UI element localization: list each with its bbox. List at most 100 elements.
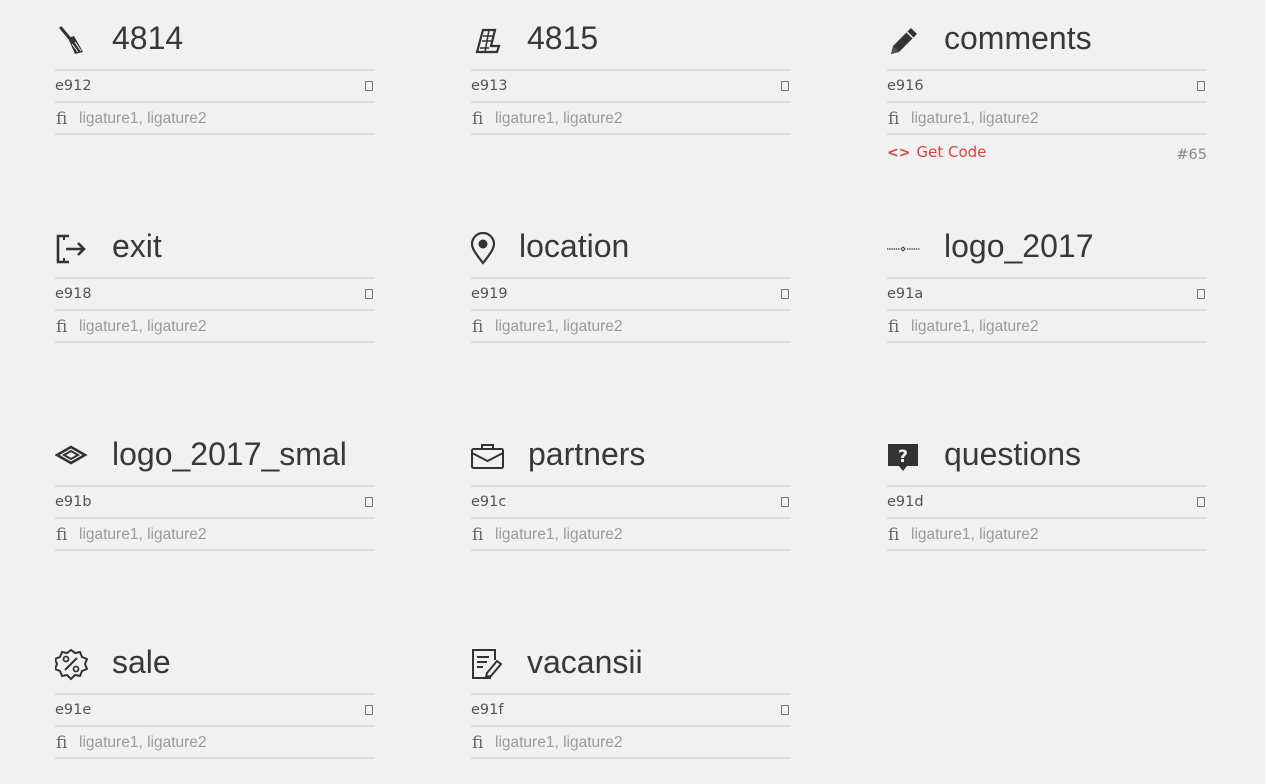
ligature-row: ﬁ ligature1, ligature2 <box>887 519 1207 551</box>
unicode-code-input[interactable]: e913 <box>471 78 508 94</box>
glyph-header: 4814 <box>55 0 375 71</box>
unicode-row: e916 <box>887 71 1207 103</box>
ligature-row: ﬁ ligature1, ligature2 <box>471 727 791 759</box>
unicode-row: e912 <box>55 71 375 103</box>
unicode-code-input[interactable]: e91f <box>471 702 503 718</box>
glyph-card-4814: 4814 e912 ﬁ ligature1, ligature2 <box>55 0 375 135</box>
ligature-row: ﬁ ligature1, ligature2 <box>55 311 375 343</box>
unicode-code-input[interactable]: e91e <box>55 702 91 718</box>
pencil-icon <box>887 24 921 58</box>
unicode-code-input[interactable]: e91d <box>887 494 924 510</box>
glyph-name: logo_2017 <box>944 228 1094 264</box>
glyph-name: location <box>519 228 630 264</box>
ligature-icon: ﬁ <box>472 109 484 129</box>
ligature-row: ﬁ ligature1, ligature2 <box>887 103 1207 135</box>
unicode-code-input[interactable]: e912 <box>55 78 92 94</box>
ligature-icon: ﬁ <box>888 109 900 129</box>
ligature-icon: ﬁ <box>888 525 900 545</box>
glyph-preview-box[interactable] <box>365 81 373 91</box>
document-pen-icon <box>471 648 505 682</box>
ligature-input[interactable]: ligature1, ligature2 <box>911 318 1039 336</box>
ligature-input[interactable]: ligature1, ligature2 <box>79 734 207 752</box>
glyph-header: comments <box>887 0 1207 71</box>
unicode-code-input[interactable]: e918 <box>55 286 92 302</box>
glyph-preview-box[interactable] <box>365 289 373 299</box>
glyph-header: logo_2017_smal <box>55 416 375 487</box>
glyph-card-4815: 4815 e913 ﬁ ligature1, ligature2 <box>471 0 791 135</box>
ligature-icon: ﬁ <box>56 109 68 129</box>
glyph-name: vacansii <box>527 644 643 680</box>
glyph-card-logo-2017: logo_2017 e91a ﬁ ligature1, ligature2 <box>887 208 1207 343</box>
percent-badge-icon <box>55 648 89 682</box>
glyph-card-sale: sale e91e ﬁ ligature1, ligature2 <box>55 624 375 759</box>
glyph-card-vacansii: vacansii e91f ﬁ ligature1, ligature2 <box>471 624 791 759</box>
glyph-name: 4814 <box>112 20 184 56</box>
ligature-input[interactable]: ligature1, ligature2 <box>495 734 623 752</box>
ligature-input[interactable]: ligature1, ligature2 <box>911 526 1039 544</box>
glyph-preview-box[interactable] <box>781 81 789 91</box>
glyph-preview-box[interactable] <box>365 705 373 715</box>
unicode-code-input[interactable]: e91c <box>471 494 506 510</box>
glyph-name: questions <box>944 436 1081 472</box>
unicode-row: e91e <box>55 695 375 727</box>
ligature-icon: ﬁ <box>472 525 484 545</box>
ligature-input[interactable]: ligature1, ligature2 <box>495 110 623 128</box>
svg-text:?: ? <box>898 447 908 467</box>
get-code-link[interactable]: <> Get Code <box>887 143 986 161</box>
get-code-label: Get Code <box>916 143 987 161</box>
ligature-input[interactable]: ligature1, ligature2 <box>911 110 1039 128</box>
ligature-icon: ﬁ <box>56 317 68 337</box>
unicode-row: e919 <box>471 279 791 311</box>
unicode-row: e91f <box>471 695 791 727</box>
glyph-name: 4815 <box>527 20 599 56</box>
unicode-code-input[interactable]: e916 <box>887 78 924 94</box>
glyph-card-questions: ? questions e91d ﬁ ligature1, ligature2 <box>887 416 1207 551</box>
glyph-preview-box[interactable] <box>781 497 789 507</box>
glyph-card-logo-2017-smal: logo_2017_smal e91b ﬁ ligature1, ligatur… <box>55 416 375 551</box>
unicode-row: e91b <box>55 487 375 519</box>
glyph-preview-box[interactable] <box>1197 497 1205 507</box>
glyph-preview-box[interactable] <box>365 497 373 507</box>
ligature-icon: ﬁ <box>472 317 484 337</box>
logo-diamond-icon <box>55 440 89 474</box>
glyph-preview-box[interactable] <box>1197 289 1205 299</box>
glyph-preview-box[interactable] <box>781 705 789 715</box>
unicode-code-input[interactable]: e91a <box>887 286 923 302</box>
glyph-preview-box[interactable] <box>1197 81 1205 91</box>
glyph-name: partners <box>528 436 646 472</box>
glyph-card-comments: comments e916 ﬁ ligature1, ligature2 <> G… <box>887 0 1207 165</box>
ligature-input[interactable]: ligature1, ligature2 <box>79 110 207 128</box>
ligature-row: ﬁ ligature1, ligature2 <box>471 311 791 343</box>
wall-icon <box>471 24 505 58</box>
unicode-code-input[interactable]: e919 <box>471 286 508 302</box>
glyph-card-location: location e919 ﬁ ligature1, ligature2 <box>471 208 791 343</box>
glyph-header: 4815 <box>471 0 791 71</box>
broom-icon <box>55 24 89 58</box>
glyph-preview-box[interactable] <box>781 289 789 299</box>
glyph-name: sale <box>112 644 171 680</box>
glyph-card-exit: exit e918 ﬁ ligature1, ligature2 <box>55 208 375 343</box>
ligature-input[interactable]: ligature1, ligature2 <box>79 318 207 336</box>
ligature-input[interactable]: ligature1, ligature2 <box>495 526 623 544</box>
ligature-row: ﬁ ligature1, ligature2 <box>471 519 791 551</box>
ligature-icon: ﬁ <box>888 317 900 337</box>
glyph-header: vacansii <box>471 624 791 695</box>
ligature-input[interactable]: ligature1, ligature2 <box>79 526 207 544</box>
glyph-card-partners: partners e91c ﬁ ligature1, ligature2 <box>471 416 791 551</box>
ligature-icon: ﬁ <box>56 733 68 753</box>
question-bubble-icon: ? <box>887 440 921 474</box>
ligature-row: ﬁ ligature1, ligature2 <box>55 727 375 759</box>
location-pin-icon <box>471 232 505 266</box>
unicode-code-input[interactable]: e91b <box>55 494 92 510</box>
glyph-index: #65 <box>1176 147 1207 163</box>
code-brackets-icon: <> <box>887 145 911 161</box>
glyph-header: sale <box>55 624 375 695</box>
glyph-name: comments <box>944 20 1092 56</box>
ligature-input[interactable]: ligature1, ligature2 <box>495 318 623 336</box>
glyph-header: location <box>471 208 791 279</box>
glyph-header: exit <box>55 208 375 279</box>
unicode-row: e91d <box>887 487 1207 519</box>
briefcase-icon <box>471 440 505 474</box>
ligature-row: ﬁ ligature1, ligature2 <box>55 103 375 135</box>
ligature-row: ﬁ ligature1, ligature2 <box>887 311 1207 343</box>
